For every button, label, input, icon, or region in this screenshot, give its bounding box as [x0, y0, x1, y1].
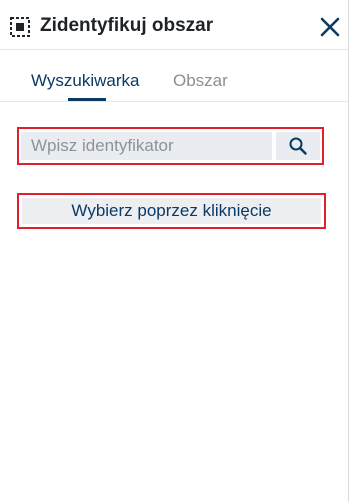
tab-obszar[interactable]: Obszar — [173, 70, 228, 92]
identify-area-panel: Zidentyfikuj obszar Wyszukiwarka Obszar … — [0, 0, 349, 502]
search-icon — [289, 137, 307, 155]
select-by-click-button[interactable]: Wybierz poprzez kliknięcie — [22, 198, 321, 224]
search-area — [17, 127, 324, 165]
tab-wyszukiwarka[interactable]: Wyszukiwarka — [31, 70, 139, 92]
select-area-icon — [10, 17, 30, 37]
panel-title: Zidentyfikuj obszar — [40, 15, 214, 36]
select-by-click-area: Wybierz poprzez kliknięcie — [17, 193, 326, 229]
identifier-search-input[interactable] — [21, 132, 272, 160]
search-button[interactable] — [276, 132, 320, 160]
close-icon[interactable] — [319, 16, 341, 38]
tab-bar: Wyszukiwarka Obszar — [0, 50, 349, 102]
active-tab-indicator — [68, 98, 106, 101]
panel-header: Zidentyfikuj obszar — [0, 0, 349, 50]
